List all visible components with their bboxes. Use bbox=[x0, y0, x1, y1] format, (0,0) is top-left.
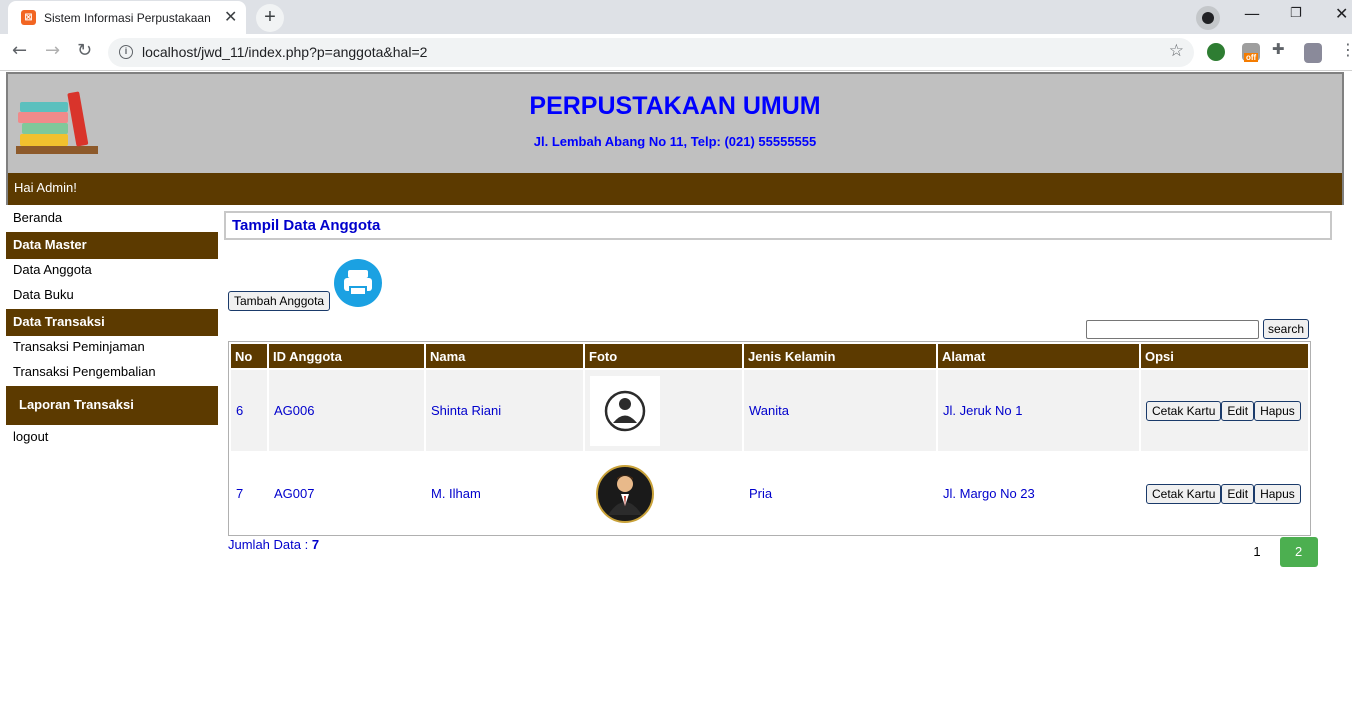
cell-foto bbox=[585, 370, 742, 451]
url-text[interactable]: localhost/jwd_11/index.php?p=anggota&hal… bbox=[142, 44, 427, 60]
cell-jenis-kelamin: Pria bbox=[744, 453, 936, 534]
search-button[interactable]: search bbox=[1263, 319, 1310, 339]
table-header-row: No ID Anggota Nama Foto Jenis Kelamin Al… bbox=[231, 344, 1308, 368]
cell-no: 6 bbox=[231, 370, 267, 451]
sidebar: Beranda Data Master Data Anggota Data Bu… bbox=[6, 207, 218, 451]
printer-icon[interactable] bbox=[334, 259, 382, 307]
delete-button[interactable]: Hapus bbox=[1254, 483, 1301, 504]
site-address: Jl. Lembah Abang No 11, Telp: (021) 5555… bbox=[533, 134, 817, 149]
print-card-button[interactable]: Cetak Kartu bbox=[1146, 400, 1222, 421]
greeting-bar: Hai Admin! bbox=[6, 173, 1344, 205]
cell-id: AG007 bbox=[269, 453, 424, 534]
cell-jenis-kelamin: Wanita bbox=[744, 370, 936, 451]
sidebar-section-data-transaksi: Data Transaksi bbox=[6, 309, 218, 336]
extension-globe-icon[interactable] bbox=[1207, 43, 1225, 61]
edit-button[interactable]: Edit bbox=[1221, 483, 1255, 504]
close-icon[interactable]: ✕ bbox=[224, 7, 237, 27]
cell-nama: M. Ilham bbox=[426, 453, 583, 534]
sidebar-section-data-master: Data Master bbox=[6, 232, 218, 259]
column-header-jenis-kelamin: Jenis Kelamin bbox=[744, 344, 936, 368]
page-link-1[interactable]: 1 bbox=[1238, 537, 1276, 567]
cell-foto bbox=[585, 453, 742, 534]
total-count-value: 7 bbox=[311, 537, 320, 552]
sidebar-item-transaksi-pengembalian[interactable]: Transaksi Pengembalian bbox=[6, 361, 218, 386]
extension-house-icon[interactable]: off bbox=[1242, 43, 1260, 62]
minimize-icon[interactable]: — bbox=[1244, 4, 1260, 23]
cell-alamat: Jl. Margo No 23 bbox=[938, 453, 1139, 534]
column-header-id: ID Anggota bbox=[269, 344, 424, 368]
profile-icon[interactable] bbox=[1196, 6, 1220, 30]
cell-no: 7 bbox=[231, 453, 267, 534]
greeting-text: Hai Admin! bbox=[14, 180, 77, 195]
column-header-no: No bbox=[231, 344, 267, 368]
sidebar-item-data-buku[interactable]: Data Buku bbox=[6, 284, 218, 309]
address-bar[interactable]: i localhost/jwd_11/index.php?p=anggota&h… bbox=[108, 38, 1194, 67]
site-title: PERPUSTAKAAN UMUM bbox=[529, 92, 821, 120]
back-icon[interactable]: ← bbox=[12, 40, 27, 61]
tab-title: Sistem Informasi Perpustakaan bbox=[44, 11, 211, 25]
browser-toolbar: ← → ↻ i localhost/jwd_11/index.php?p=ang… bbox=[0, 34, 1352, 71]
column-header-nama: Nama bbox=[426, 344, 583, 368]
column-header-alamat: Alamat bbox=[938, 344, 1139, 368]
xampp-icon: ⊠ bbox=[21, 10, 36, 25]
avatar-female-icon bbox=[590, 375, 660, 446]
window-close-icon[interactable]: ✕ bbox=[1335, 4, 1348, 23]
sidebar-item-data-anggota[interactable]: Data Anggota bbox=[6, 259, 218, 284]
reload-icon[interactable]: ↻ bbox=[77, 40, 92, 61]
cell-alamat: Jl. Jeruk No 1 bbox=[938, 370, 1139, 451]
main-content: Tampil Data Anggota Tambah Anggota searc… bbox=[224, 211, 1332, 567]
total-count-label: Jumlah Data : bbox=[228, 537, 309, 552]
site-header: PERPUSTAKAAN UMUM Jl. Lembah Abang No 11… bbox=[6, 72, 1344, 173]
cell-opsi: Cetak Kartu Edit Hapus bbox=[1141, 453, 1308, 534]
sidebar-item-laporan-transaksi[interactable]: Laporan Transaksi bbox=[6, 386, 218, 425]
forward-icon[interactable]: → bbox=[45, 40, 60, 61]
delete-button[interactable]: Hapus bbox=[1254, 400, 1301, 421]
extension-badge: off bbox=[1244, 53, 1259, 62]
cell-nama: Shinta Riani bbox=[426, 370, 583, 451]
bookmark-star-icon[interactable]: ☆ bbox=[1169, 41, 1184, 61]
maximize-icon[interactable]: ❐ bbox=[1290, 6, 1302, 21]
edit-button[interactable]: Edit bbox=[1221, 400, 1255, 421]
add-member-button[interactable]: Tambah Anggota bbox=[228, 291, 331, 311]
table-row: 6 AG006 Shinta Riani Wanita Jl. Jeruk No… bbox=[231, 370, 1308, 451]
browser-tab-bar: ⊠ Sistem Informasi Perpustakaan ✕ + — ❐ … bbox=[0, 0, 1352, 34]
print-card-button[interactable]: Cetak Kartu bbox=[1146, 483, 1222, 504]
cell-opsi: Cetak Kartu Edit Hapus bbox=[1141, 370, 1308, 451]
sidebar-item-transaksi-peminjaman[interactable]: Transaksi Peminjaman bbox=[6, 336, 218, 361]
sidebar-item-beranda[interactable]: Beranda bbox=[6, 207, 218, 232]
menu-dots-icon[interactable]: ⋮ bbox=[1340, 40, 1352, 59]
page-title: Tampil Data Anggota bbox=[224, 211, 1332, 240]
avatar-male-suit-icon bbox=[590, 458, 660, 529]
new-tab-button[interactable]: + bbox=[256, 4, 284, 32]
browser-tab[interactable]: ⊠ Sistem Informasi Perpustakaan ✕ bbox=[8, 1, 246, 34]
search-input[interactable] bbox=[1086, 320, 1259, 339]
total-count: Jumlah Data : 7 bbox=[228, 537, 319, 552]
member-table: No ID Anggota Nama Foto Jenis Kelamin Al… bbox=[228, 341, 1311, 536]
extensions-puzzle-icon[interactable]: ✚ bbox=[1272, 40, 1290, 58]
column-header-foto: Foto bbox=[585, 344, 742, 368]
pagination: 1 2 bbox=[1238, 537, 1318, 567]
sidebar-item-logout[interactable]: logout bbox=[6, 426, 218, 451]
page-link-2[interactable]: 2 bbox=[1279, 537, 1318, 567]
cell-id: AG006 bbox=[269, 370, 424, 451]
table-row: 7 AG007 M. Ilham Pria Jl. Margo No 23 Ce… bbox=[231, 453, 1308, 534]
info-icon[interactable]: i bbox=[119, 45, 133, 59]
column-header-opsi: Opsi bbox=[1141, 344, 1308, 368]
user-avatar-icon[interactable] bbox=[1304, 43, 1322, 63]
